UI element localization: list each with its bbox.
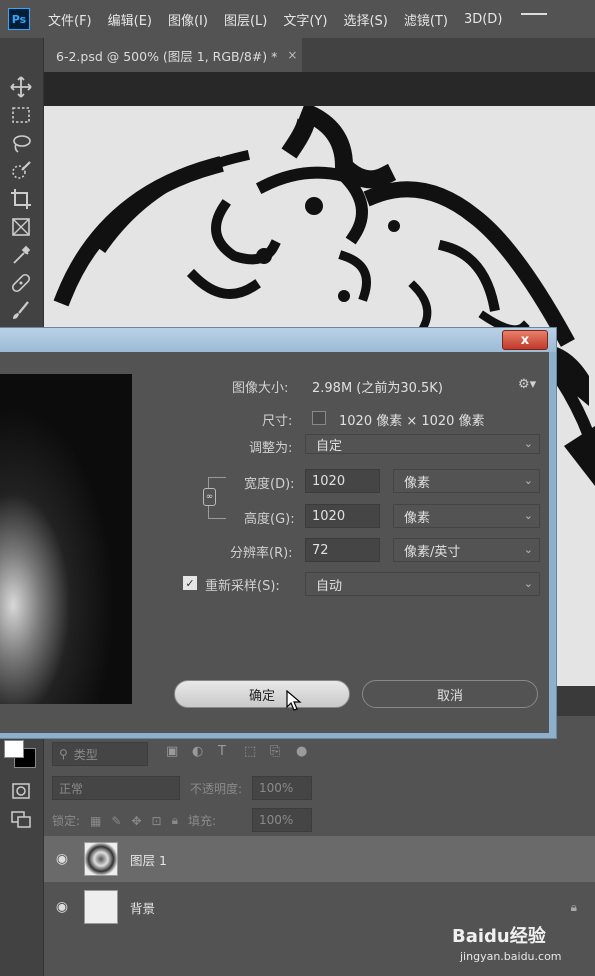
lock-position-icon[interactable]: ✥ [131,814,141,828]
layer-lock-icon: 🔒︎ [570,899,577,914]
lock-transparent-icon[interactable]: ▦ [90,814,101,828]
chevron-down-icon: ⌄ [523,543,533,556]
width-unit-value: 像素 [404,475,431,491]
canvas-pasteboard [44,72,595,106]
chevron-down-icon: ⌄ [523,577,533,590]
menu-bar: Ps 文件(F) 编辑(E) 图像(I) 图层(L) 文字(Y) 选择(S) 滤… [0,0,595,38]
menu-image[interactable]: 图像(I) [168,10,208,29]
quick-select-icon[interactable] [8,158,34,184]
image-size-value: 2.98M (之前为30.5K) [312,381,443,396]
lasso-icon[interactable] [8,130,34,156]
dimensions-label: 尺寸: [262,414,293,429]
photoshop-logo: Ps [8,8,30,30]
resample-select[interactable]: 自动 ⌄ [305,572,540,596]
watermark-url: jingyan.baidu.com [460,950,562,963]
chevron-down-icon: ⌄ [523,474,533,487]
lock-row: 锁定: ▦ ✎ ✥ ⊡ 🔒︎ 填充: [52,812,216,829]
menu-3d[interactable]: 3D(D) [464,12,502,27]
height-label: 高度(G): [244,512,295,527]
minimize-icon[interactable] [521,13,547,15]
height-input[interactable]: 1020 [305,504,380,528]
opacity-label: 不透明度: [190,782,243,796]
width-label: 宽度(D): [244,477,295,492]
menu-filter[interactable]: 滤镜(T) [404,10,448,29]
cancel-button[interactable]: 取消 [362,680,538,708]
resample-checkbox[interactable]: ✓ [183,576,197,590]
opacity-input[interactable]: 100% [252,776,312,800]
color-swatches[interactable] [4,740,38,770]
fill-input[interactable]: 100% [252,808,312,832]
watermark-brand: Baidu经验 [452,926,546,947]
layer-filter-label: 类型 [73,747,98,762]
resolution-unit-value: 像素/英寸 [404,544,461,560]
lock-artboard-icon[interactable]: ⊡ [152,814,162,828]
filter-toggle-icon[interactable]: ● [296,744,307,759]
image-preview[interactable] [0,374,132,704]
brush-icon[interactable] [8,298,34,324]
visibility-eye-icon[interactable]: ◉ [44,899,80,915]
height-unit-value: 像素 [404,510,431,526]
image-filter-icon[interactable]: ▣ [166,744,178,759]
layer-filter-select[interactable]: ⚲ 类型 [52,742,148,766]
layer-row[interactable]: ◉ 图层 1 [44,836,595,882]
lock-all-icon[interactable]: 🔒︎ [172,813,178,828]
eyedropper-icon[interactable] [8,242,34,268]
dialog-close-button[interactable]: x [502,330,548,350]
lock-label: 锁定: [52,814,81,828]
dimensions-unit-toggle[interactable] [312,411,326,425]
search-icon: ⚲ [59,747,68,761]
document-tab-bar: 6-2.psd @ 500% (图层 1, RGB/8#) * × [44,38,595,72]
move-icon[interactable] [8,74,34,100]
dialog-title-bar[interactable]: x [0,328,556,352]
chevron-down-icon: ⌄ [523,437,533,450]
resolution-unit-select[interactable]: 像素/英寸 ⌄ [393,538,540,562]
adjustment-filter-icon[interactable]: ◐ [192,744,203,759]
layer-name: 图层 1 [130,852,167,868]
blend-mode-select[interactable]: 正常 [52,776,180,800]
healing-brush-icon[interactable] [8,270,34,296]
visibility-eye-icon[interactable]: ◉ [44,851,80,867]
close-tab-icon[interactable]: × [287,48,297,62]
quick-mask-icon[interactable] [8,778,34,804]
foreground-color-swatch[interactable] [4,740,24,758]
document-tab[interactable]: 6-2.psd @ 500% (图层 1, RGB/8#) * × [44,38,302,72]
marquee-icon[interactable] [8,102,34,128]
resample-value: 自动 [316,578,343,594]
layer-name: 背景 [130,900,156,916]
resolution-label: 分辨率(R): [230,546,293,561]
fill-label: 填充: [187,814,217,828]
resample-label: 重新采样(S): [205,579,280,594]
menu-select[interactable]: 选择(S) [343,10,387,29]
frame-icon[interactable] [8,214,34,240]
shape-filter-icon[interactable]: ⬚ [244,744,256,759]
fit-to-select[interactable]: 自定 ⌄ [305,434,540,454]
link-icon[interactable]: ∞ [203,488,216,506]
fit-to-label: 调整为: [249,441,293,456]
height-unit-select[interactable]: 像素 ⌄ [393,504,540,528]
width-unit-select[interactable]: 像素 ⌄ [393,469,540,493]
menu-file[interactable]: 文件(F) [48,10,92,29]
type-filter-icon[interactable]: T [218,744,226,759]
document-tab-title: 6-2.psd @ 500% (图层 1, RGB/8#) * [56,48,278,64]
layer-thumbnail [84,842,118,876]
crop-icon[interactable] [8,186,34,212]
menu-layer[interactable]: 图层(L) [224,10,267,29]
image-size-label: 图像大小: [232,381,289,396]
chevron-down-icon: ⌄ [523,509,533,522]
gear-icon[interactable]: ⚙▾ [518,377,536,392]
lock-paint-icon[interactable]: ✎ [111,814,121,828]
menu-type[interactable]: 文字(Y) [283,10,327,29]
ok-button[interactable]: 确定 [174,680,350,708]
fit-to-value: 自定 [316,438,343,454]
smart-object-filter-icon[interactable]: ⎘ [270,744,280,759]
menu-edit[interactable]: 编辑(E) [108,10,152,29]
screen-mode-icon[interactable] [8,806,34,832]
resolution-input[interactable]: 72 [305,538,380,562]
width-input[interactable]: 1020 [305,469,380,493]
mouse-cursor-icon [286,690,302,711]
dimensions-value: 1020 像素 × 1020 像素 [339,414,485,429]
layer-thumbnail [84,890,118,924]
